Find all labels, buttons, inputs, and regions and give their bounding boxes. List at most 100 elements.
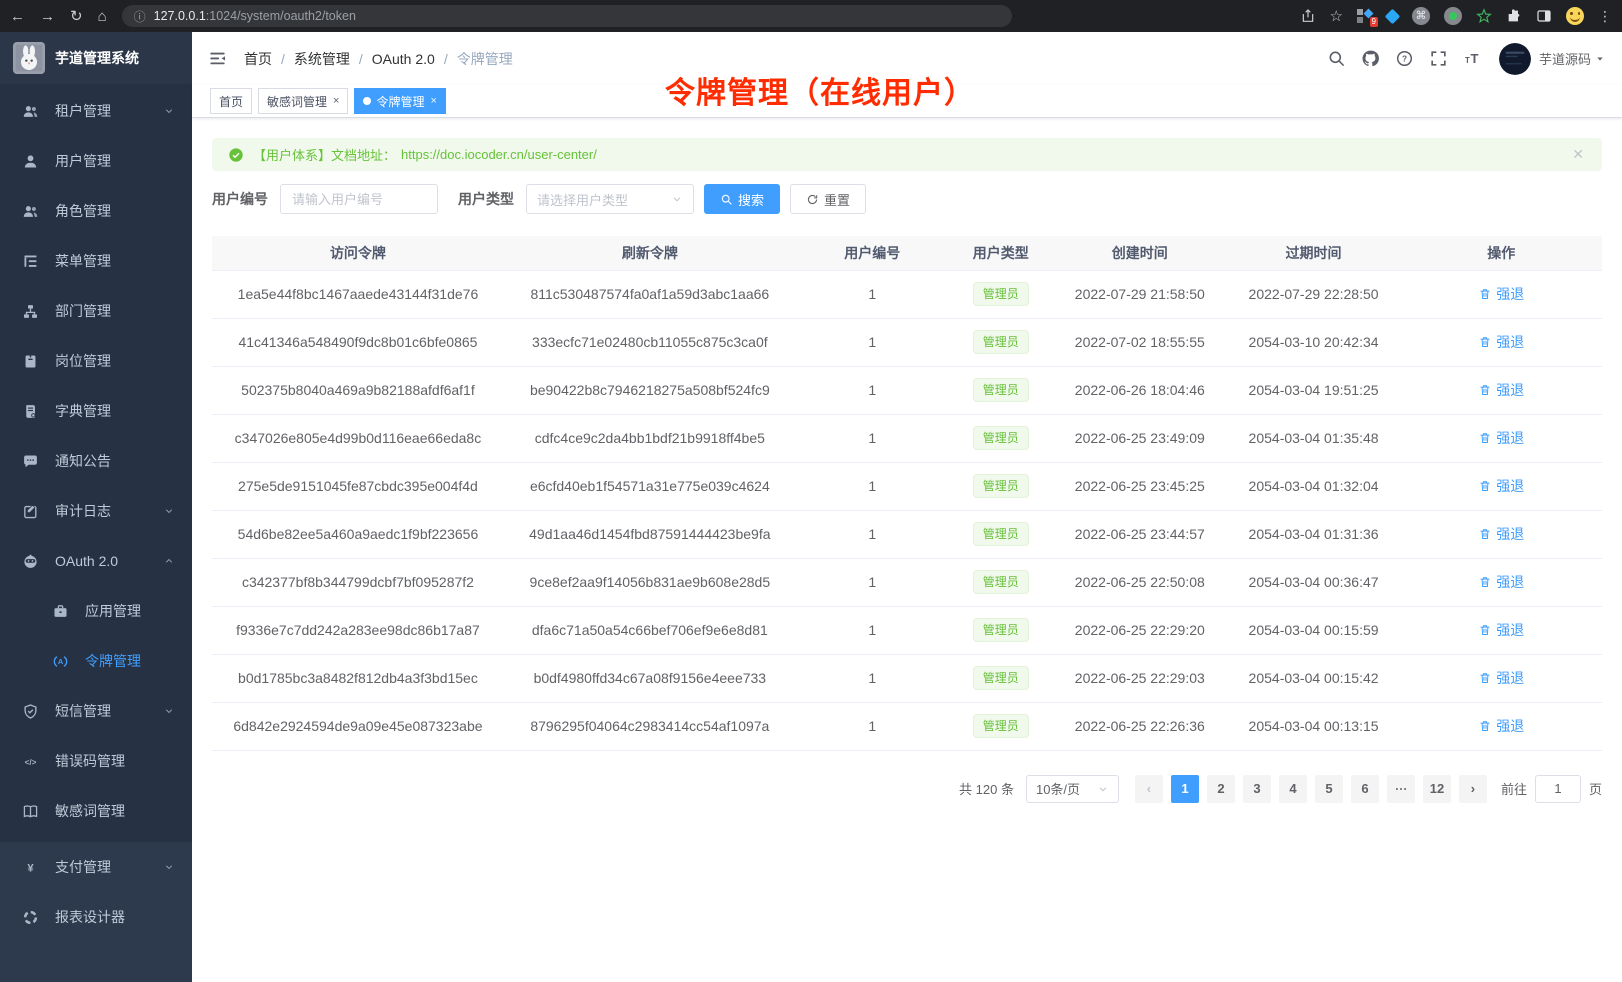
command-extension-icon[interactable]: ⌘: [1412, 7, 1430, 25]
sidebar-item-menu[interactable]: 菜单管理: [0, 236, 192, 286]
delete-icon: [1478, 527, 1492, 541]
table-row: c342377bf8b344799dcbf7bf095287f29ce8ef2a…: [212, 558, 1602, 606]
gem-extension-icon[interactable]: [1385, 8, 1401, 24]
page-size-value: 10条/页: [1036, 779, 1080, 798]
page-button-6[interactable]: 6: [1351, 775, 1379, 803]
share-icon[interactable]: [1300, 8, 1316, 24]
side-panel-icon[interactable]: [1536, 8, 1552, 24]
page-button-5[interactable]: 5: [1315, 775, 1343, 803]
sidebar-item-sensitive[interactable]: 敏感词管理: [0, 786, 192, 836]
force-logout-button[interactable]: 强退: [1478, 428, 1524, 448]
page-button-2[interactable]: 2: [1207, 775, 1235, 803]
search-icon[interactable]: [1327, 49, 1346, 68]
table-row: c347026e805e4d99b0d116eae66eda8ccdfc4ce9…: [212, 414, 1602, 462]
force-logout-button[interactable]: 强退: [1478, 716, 1524, 736]
force-logout-button[interactable]: 强退: [1478, 332, 1524, 352]
caret-down-icon[interactable]: [1594, 53, 1606, 65]
browser-chrome: ← → ↻ ⌂ ⓘ 127.0.0.1:1024/system/oauth2/t…: [0, 0, 1622, 32]
sms-shield-icon: [22, 703, 39, 720]
close-icon[interactable]: ×: [333, 95, 339, 107]
extension-grid-icon[interactable]: 9: [1357, 8, 1373, 24]
tab-home[interactable]: 首页: [210, 88, 252, 114]
extensions-puzzle-icon[interactable]: [1506, 8, 1522, 24]
svg-text:A: A: [58, 657, 64, 666]
refresh-token-cell: b0df4980ffd34c67a08f9156e4eee733: [504, 654, 796, 702]
next-page-button[interactable]: ›: [1459, 775, 1487, 803]
bookmark-star-icon[interactable]: ☆: [1330, 9, 1343, 24]
action-cell: 强退: [1400, 702, 1602, 750]
help-icon[interactable]: ?: [1395, 49, 1414, 68]
font-size-icon[interactable]: TT: [1463, 49, 1482, 68]
page-button-12[interactable]: 12: [1423, 775, 1451, 803]
sidebar-item-dept[interactable]: 部门管理: [0, 286, 192, 336]
page-size-select[interactable]: 10条/页: [1026, 775, 1119, 803]
sidebar-item-oauth2[interactable]: OAuth 2.0: [0, 536, 192, 586]
breadcrumb-item[interactable]: OAuth 2.0: [372, 51, 435, 67]
sidebar-item-role[interactable]: 角色管理: [0, 186, 192, 236]
url-bar[interactable]: ⓘ 127.0.0.1:1024/system/oauth2/token: [122, 5, 1012, 27]
back-icon[interactable]: ←: [10, 9, 25, 24]
home-icon[interactable]: ⌂: [98, 9, 107, 24]
force-logout-button[interactable]: 强退: [1478, 284, 1524, 304]
browser-menu-icon[interactable]: ⋮: [1598, 9, 1612, 23]
tab-sensitive-word[interactable]: 敏感词管理×: [258, 88, 348, 114]
breadcrumb-item[interactable]: 系统管理: [294, 49, 350, 69]
reset-button[interactable]: 重置: [790, 184, 866, 214]
sidebar-item-tenant[interactable]: 租户管理: [0, 86, 192, 136]
star-extension-icon[interactable]: [1476, 8, 1492, 24]
force-logout-button[interactable]: 强退: [1478, 572, 1524, 592]
sidebar-item-oauth2-app[interactable]: 应用管理: [0, 586, 192, 636]
profile-avatar-icon[interactable]: [1566, 7, 1584, 25]
search-button[interactable]: 搜索: [704, 184, 780, 214]
user-avatar[interactable]: [1499, 43, 1531, 75]
prev-page-button[interactable]: ‹: [1135, 775, 1163, 803]
user-id-cell: 1: [796, 366, 949, 414]
doc-link[interactable]: https://doc.iocoder.cn/user-center/: [401, 147, 597, 162]
user-type-badge: 管理员: [973, 522, 1029, 546]
user-id-input[interactable]: [280, 184, 438, 214]
sidebar-item-report[interactable]: 报表设计器: [0, 892, 192, 942]
sidebar-item-sms[interactable]: 短信管理: [0, 686, 192, 736]
breadcrumb-item[interactable]: 首页: [244, 49, 272, 69]
close-icon[interactable]: ×: [430, 95, 436, 107]
force-logout-button[interactable]: 强退: [1478, 668, 1524, 688]
username[interactable]: 芋道源码: [1539, 49, 1591, 68]
pagination: 共 120 条 10条/页 ‹ 12345612 › 前往 页: [212, 775, 1602, 803]
sidebar-item-error-code[interactable]: </>错误码管理: [0, 736, 192, 786]
github-icon[interactable]: [1361, 49, 1380, 68]
sidebar-item-notice[interactable]: 通知公告: [0, 436, 192, 486]
page-button-1[interactable]: 1: [1171, 775, 1199, 803]
sidebar-collapse-icon[interactable]: [208, 49, 227, 68]
app-logo[interactable]: 芋道管理系统: [0, 32, 192, 84]
page-button-4[interactable]: 4: [1279, 775, 1307, 803]
tab-token[interactable]: 令牌管理×: [354, 88, 445, 114]
user-type-select[interactable]: 请选择用户类型: [526, 184, 694, 214]
refresh-token-cell: cdfc4ce9c2da4bb1bdf21b9918ff4be5: [504, 414, 796, 462]
page-info-icon[interactable]: ⓘ: [134, 8, 146, 25]
force-logout-button[interactable]: 强退: [1478, 620, 1524, 640]
user-type-badge: 管理员: [973, 330, 1029, 354]
user-type-cell: 管理员: [949, 462, 1053, 510]
reload-icon[interactable]: ↻: [70, 9, 83, 24]
sidebar-item-audit-log[interactable]: 审计日志: [0, 486, 192, 536]
record-extension-icon[interactable]: [1444, 7, 1462, 25]
sidebar-item-user[interactable]: 用户管理: [0, 136, 192, 186]
goto-page-input[interactable]: [1535, 775, 1581, 803]
sidebar-item-oauth2-token[interactable]: A令牌管理: [0, 636, 192, 686]
forward-icon[interactable]: →: [40, 9, 55, 24]
sidebar-item-post[interactable]: 岗位管理: [0, 336, 192, 386]
force-logout-label: 强退: [1496, 284, 1524, 304]
page-button-3[interactable]: 3: [1243, 775, 1271, 803]
sidebar-item-dict[interactable]: 字典管理: [0, 386, 192, 436]
sidebar-item-pay[interactable]: ¥支付管理: [0, 842, 192, 892]
force-logout-button[interactable]: 强退: [1478, 524, 1524, 544]
column-header: 过期时间: [1227, 236, 1401, 270]
fullscreen-icon[interactable]: [1429, 49, 1448, 68]
user-type-cell: 管理员: [949, 654, 1053, 702]
force-logout-button[interactable]: 强退: [1478, 380, 1524, 400]
more-pages-button[interactable]: [1387, 775, 1415, 803]
user-type-cell: 管理员: [949, 414, 1053, 462]
force-logout-button[interactable]: 强退: [1478, 476, 1524, 496]
alert-close-icon[interactable]: ✕: [1572, 146, 1584, 163]
expire-time-cell: 2054-03-04 00:15:42: [1227, 654, 1401, 702]
